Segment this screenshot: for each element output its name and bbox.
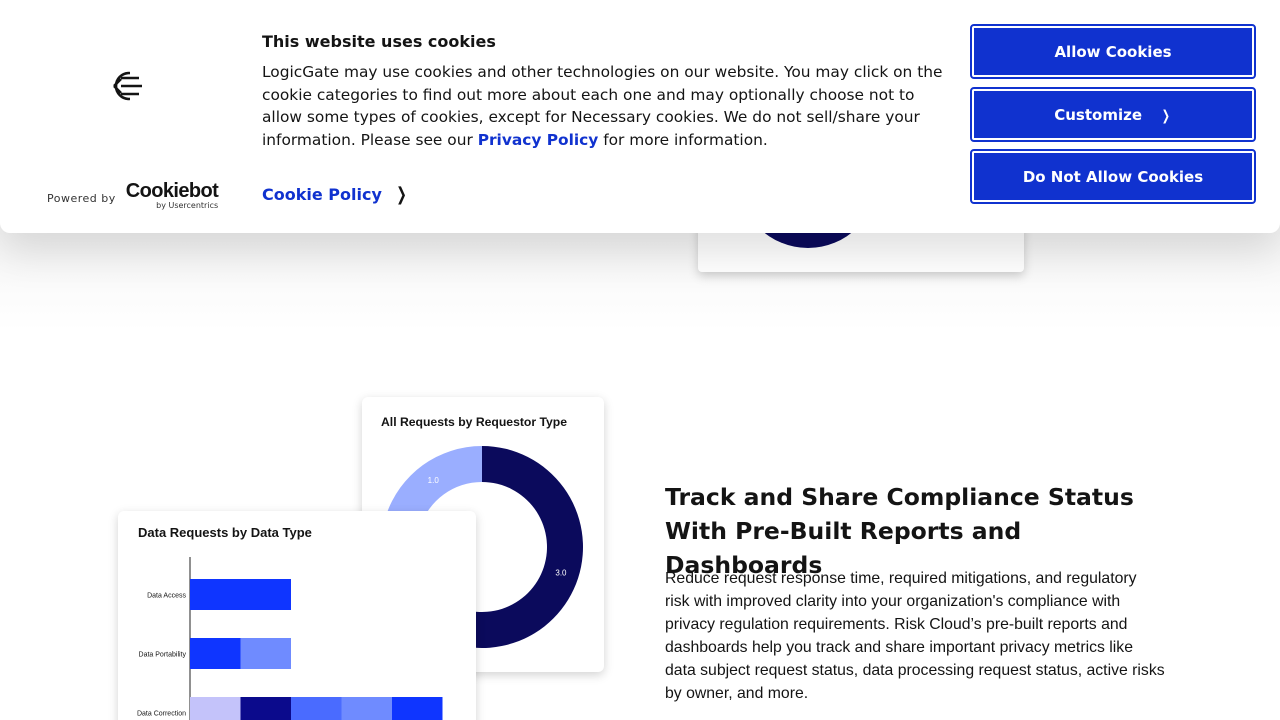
- category-label: Data Portability: [139, 652, 187, 659]
- data-label: 1.0: [428, 476, 440, 485]
- cookiebot-wordmark: Cookiebot: [125, 180, 219, 202]
- bar-segment: [291, 697, 342, 720]
- logicgate-logo-icon: [113, 71, 145, 101]
- do-not-allow-cookies-button[interactable]: Do Not Allow Cookies: [970, 149, 1256, 204]
- customize-label: Customize: [1054, 105, 1143, 124]
- bar-segment: [190, 697, 241, 720]
- do-not-allow-label: Do Not Allow Cookies: [1022, 167, 1204, 186]
- allow-cookies-label: Allow Cookies: [1054, 42, 1172, 61]
- bar-segment: [392, 697, 443, 720]
- powered-by-label: Powered by: [47, 192, 116, 205]
- privacy-policy-link[interactable]: Privacy Policy: [478, 131, 599, 149]
- bar-segment: [341, 697, 392, 720]
- cookie-banner: Powered by Cookiebot by Usercentrics Thi…: [0, 0, 1280, 233]
- cookie-banner-text: LogicGate may use cookies and other tech…: [262, 61, 952, 152]
- cookiebot-byline: by Usercentrics: [156, 201, 219, 210]
- section-description: Reduce request response time, required m…: [665, 570, 1165, 702]
- bar-segment: [190, 638, 241, 669]
- category-label: Data Correction: [137, 711, 186, 718]
- customize-button[interactable]: Customize ❯: [970, 87, 1256, 142]
- chevron-right-icon: ❯: [1161, 107, 1170, 124]
- chevron-right-icon: ❯: [396, 184, 407, 205]
- cookie-policy-link[interactable]: Cookie Policy ❯: [262, 184, 409, 205]
- cookie-banner-title: This website uses cookies: [262, 32, 496, 51]
- powered-by-cookiebot[interactable]: Powered by Cookiebot by Usercentrics: [47, 180, 219, 210]
- cookie-text-part-2: for more information.: [598, 131, 768, 150]
- cookiebot-logo: Cookiebot by Usercentrics: [125, 180, 219, 210]
- data-type-chart-card: Data Requests by Data Type Data Access Da…: [118, 511, 476, 720]
- bar-segment: [240, 697, 291, 720]
- bar-chart: Data Access Data Portability Data Correcti…: [137, 557, 443, 720]
- bar-segment: [240, 638, 291, 669]
- cookie-policy-label: Cookie Policy: [262, 185, 382, 204]
- data-label: 3.0: [555, 569, 567, 578]
- allow-cookies-button[interactable]: Allow Cookies: [970, 24, 1256, 79]
- bar-segment: [190, 579, 291, 610]
- category-label: Data Access: [147, 593, 186, 600]
